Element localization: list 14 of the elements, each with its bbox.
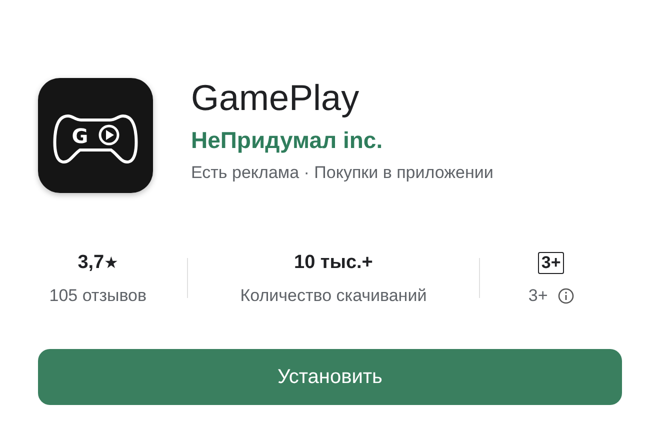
rating-value: 3,7 bbox=[78, 252, 104, 274]
downloads-value: 10 тыс.+ bbox=[294, 252, 373, 274]
stat-label: 3+ bbox=[528, 286, 548, 306]
app-meta: Есть реклама · Покупки в приложении bbox=[191, 162, 494, 184]
stat-label: 105 отзывов bbox=[49, 286, 147, 306]
logo-letter: G bbox=[72, 124, 88, 148]
stat-label: Количество скачиваний bbox=[240, 286, 427, 306]
age-rating-badge: 3+ bbox=[538, 252, 564, 274]
developer-link[interactable]: НеПридумал inc. bbox=[191, 126, 383, 154]
app-title: GamePlay bbox=[191, 78, 360, 118]
install-button[interactable]: Установить bbox=[38, 349, 622, 405]
info-icon[interactable] bbox=[558, 288, 574, 304]
play-icon bbox=[98, 124, 120, 146]
star-icon: ★ bbox=[104, 253, 118, 273]
